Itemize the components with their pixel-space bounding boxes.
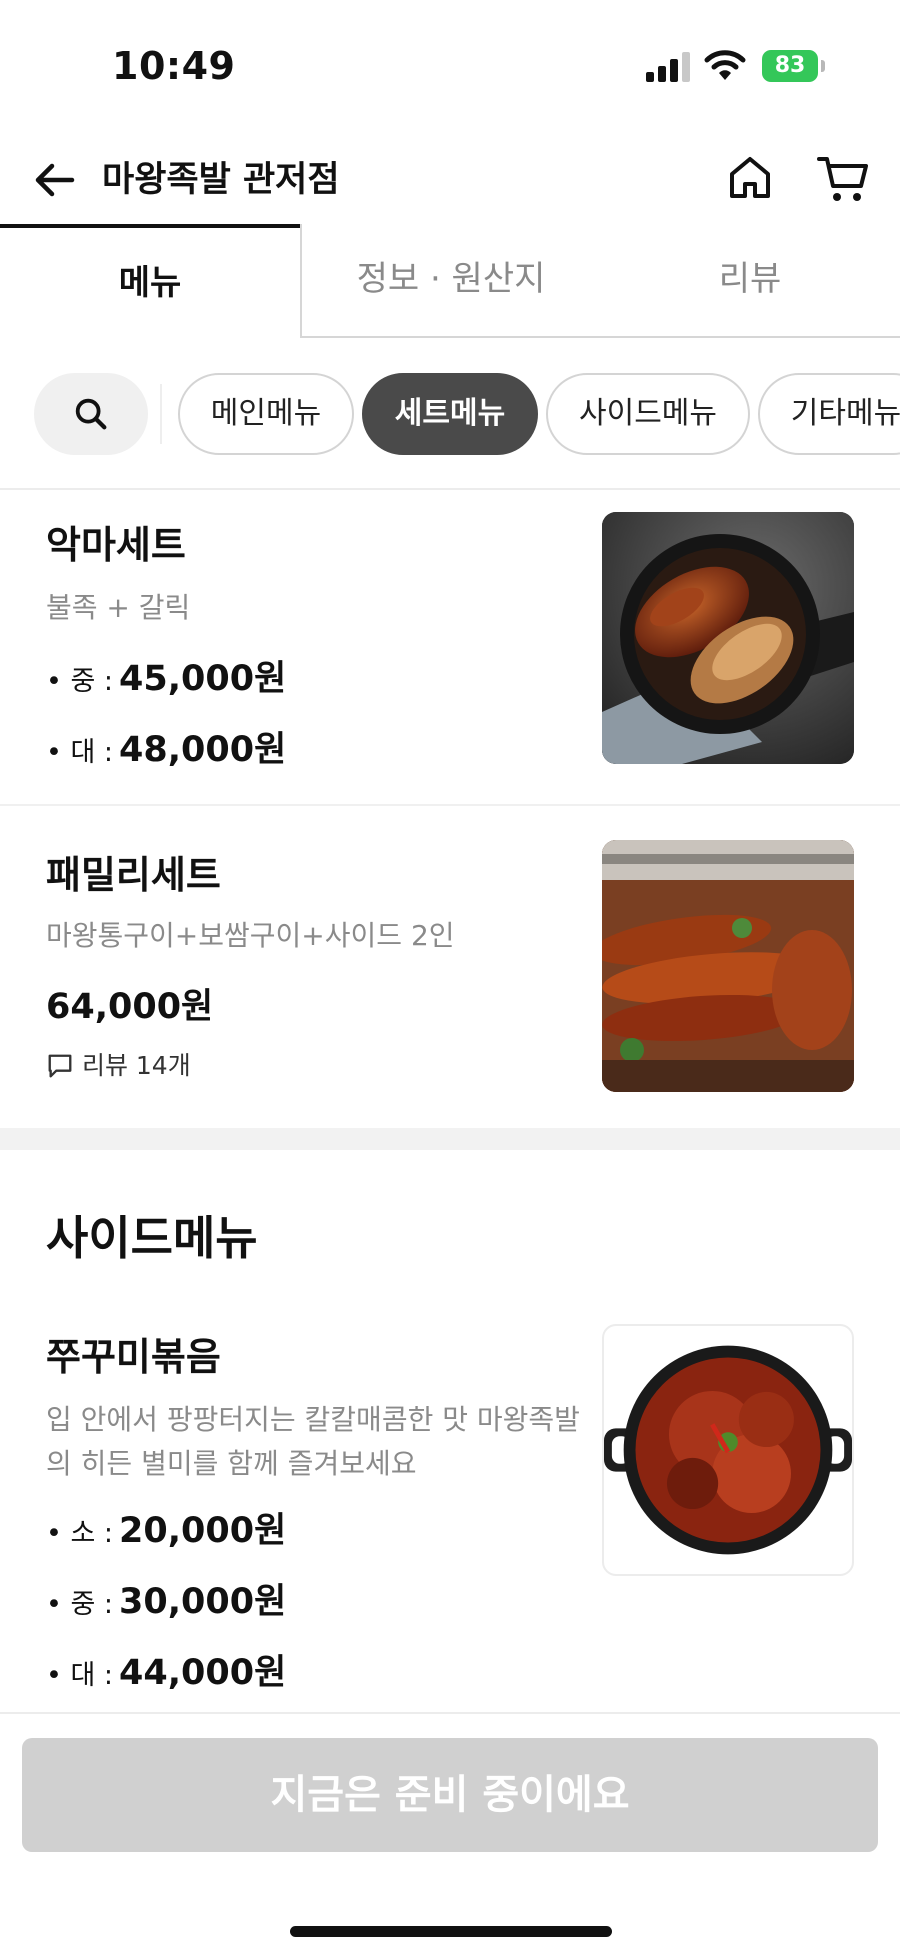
food-photo-platter — [602, 840, 854, 1092]
item-photo — [602, 840, 854, 1092]
size-label: • 대 : — [46, 737, 114, 768]
price-value: 20,000원 — [119, 1511, 287, 1551]
section-gap — [0, 1128, 900, 1150]
chip-other-menu[interactable]: 기타메뉴 — [758, 373, 900, 455]
chip-main-menu[interactable]: 메인메뉴 — [178, 373, 354, 455]
comment-icon — [48, 1054, 72, 1078]
item-name: 패밀리세트 — [46, 853, 221, 897]
battery-cap — [821, 60, 825, 72]
home-icon[interactable] — [724, 152, 776, 204]
item-photo — [602, 512, 854, 764]
back-arrow-icon[interactable] — [30, 154, 82, 206]
price-value: 45,000원 — [119, 659, 287, 699]
bottom-bar: 지금은 준비 중이에요 — [0, 1712, 900, 1951]
battery-icon: 83 — [762, 50, 818, 82]
search-chip[interactable] — [34, 373, 148, 455]
food-photo-stirfry — [604, 1345, 852, 1555]
size-label: • 소 : — [46, 1518, 114, 1549]
section-title-side-menu: 사이드메뉴 — [46, 1211, 258, 1265]
store-tabs: 메뉴 정보 · 원산지 리뷰 — [0, 224, 900, 338]
price-row-medium: • 중 :45,000원 — [46, 650, 286, 701]
price-row-large: • 대 :48,000원 — [46, 721, 286, 772]
search-icon — [75, 398, 107, 430]
price-value: 44,000원 — [119, 1653, 287, 1693]
chip-set-menu[interactable]: 세트메뉴 — [362, 373, 538, 455]
item-description: 입 안에서 팡팡터지는 칼칼매콤한 맛 마왕족발의 히든 별미를 함께 즐겨보세… — [46, 1403, 580, 1480]
item-name: 쭈꾸미볶음 — [46, 1335, 221, 1379]
order-button-disabled[interactable]: 지금은 준비 중이에요 — [22, 1738, 878, 1852]
food-photo-skillet — [602, 512, 854, 764]
menu-item-akma-set[interactable]: 악마세트 불족 + 갈릭 • 중 :45,000원 • 대 :48,000원 — [0, 490, 900, 804]
review-count-label: 리뷰 14개 — [81, 1051, 191, 1080]
cart-icon[interactable] — [816, 152, 870, 206]
price-value: 48,000원 — [119, 730, 287, 770]
chip-side-menu[interactable]: 사이드메뉴 — [546, 373, 750, 455]
price-row-large: • 대 :44,000원 — [46, 1644, 286, 1695]
size-label: • 대 : — [46, 1660, 114, 1691]
price-value: 64,000원 — [46, 987, 214, 1027]
item-description: 불족 + 갈릭 — [46, 591, 191, 624]
price-row-medium: • 중 :30,000원 — [46, 1573, 286, 1624]
tab-review[interactable]: 리뷰 — [600, 224, 900, 338]
status-bar: 10:49 83 — [0, 0, 900, 130]
tab-info-origin[interactable]: 정보 · 원산지 — [300, 224, 600, 338]
size-label: • 중 : — [46, 1589, 114, 1620]
menu-item-jjukkumi[interactable]: 쭈꾸미볶음 입 안에서 팡팡터지는 칼칼매콤한 맛 마왕족발의 히든 별미를 함… — [0, 1306, 900, 1712]
item-photo — [602, 1324, 854, 1576]
home-indicator — [290, 1926, 612, 1937]
category-chips: 메인메뉴 세트메뉴 사이드메뉴 기타메뉴 — [0, 370, 900, 458]
tab-menu[interactable]: 메뉴 — [0, 224, 300, 338]
menu-item-family-set[interactable]: 패밀리세트 마왕통구이+보쌈구이+사이드 2인 64,000원 리뷰 14개 — [0, 806, 900, 1126]
status-time: 10:49 — [112, 44, 236, 88]
price-value: 30,000원 — [119, 1582, 287, 1622]
wifi-icon — [704, 50, 746, 80]
price-row-small: • 소 :20,000원 — [46, 1502, 286, 1553]
chip-separator — [160, 384, 162, 444]
cellular-signal-icon — [646, 52, 692, 82]
battery-level: 83 — [774, 53, 806, 78]
top-header: 마왕족발 관저점 — [0, 140, 900, 220]
size-label: • 중 : — [46, 666, 114, 697]
review-count[interactable]: 리뷰 14개 — [46, 1046, 191, 1082]
store-title: 마왕족발 관저점 — [102, 160, 340, 200]
item-name: 악마세트 — [46, 523, 186, 567]
item-description: 마왕통구이+보쌈구이+사이드 2인 — [46, 919, 455, 952]
